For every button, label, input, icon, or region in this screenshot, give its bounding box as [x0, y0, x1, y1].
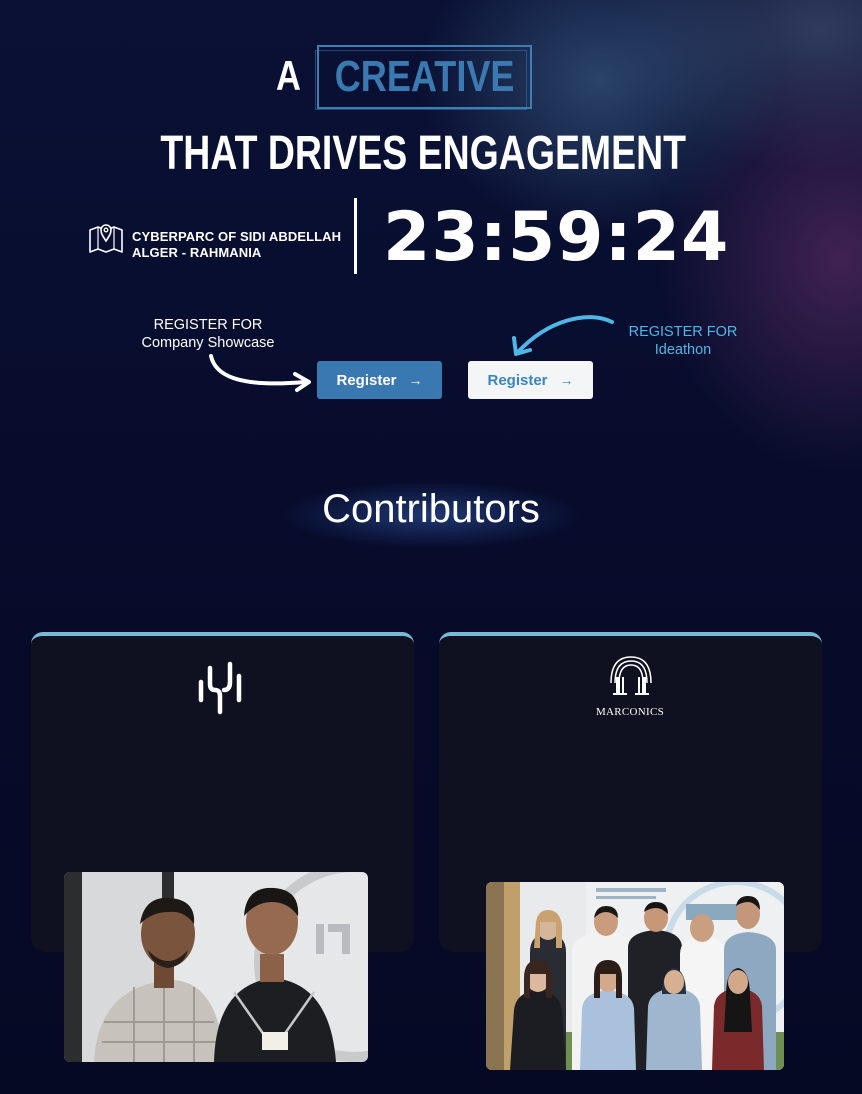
location-line-1: CYBERPARC OF SIDI ABDELLAH: [132, 229, 342, 244]
register-ideathon-label: Register: [487, 371, 548, 389]
contributors-title: Contributors: [322, 487, 540, 531]
headline-creative-box: CREATIVE: [315, 45, 532, 110]
contributor-photo: [486, 882, 784, 1070]
event-location: CYBERPARC OF SIDI ABDELLAH ALGER - RAHMA…: [132, 229, 341, 261]
arch-logo-icon: [610, 656, 652, 695]
countdown-timer: 23:59:24: [383, 198, 730, 277]
register-showcase-button[interactable]: Register →: [317, 361, 442, 399]
ideathon-register-note: REGISTER FOR Ideathon: [608, 323, 758, 359]
curved-arrow-icon: [512, 315, 614, 356]
location-line-2: ALGER - RAHMANIA: [132, 245, 262, 260]
showcase-note-line-2: Company Showcase: [141, 335, 275, 351]
headline-word-a: A: [276, 52, 301, 99]
contributor-photo: [64, 872, 368, 1062]
map-icon: [89, 224, 123, 253]
showcase-register-note: REGISTER FOR Company Showcase: [128, 316, 288, 352]
ideathon-note-line-2: Ideathon: [654, 342, 712, 358]
headline-subline: THAT DRIVES ENGAGEMENT: [160, 127, 686, 180]
curved-arrow-icon: [209, 354, 311, 392]
register-ideathon-button[interactable]: Register →: [468, 361, 593, 399]
arrow-right-icon: →: [559, 372, 574, 388]
showcase-note-line-1: REGISTER FOR: [153, 317, 263, 333]
marconics-logo-text: MARCONICS: [595, 706, 665, 718]
vertical-divider: [354, 198, 357, 274]
waveform-logo-icon: [198, 661, 242, 715]
ideathon-note-line-1: REGISTER FOR: [628, 324, 738, 340]
register-showcase-label: Register: [336, 371, 397, 389]
headline-word-creative: CREATIVE: [334, 52, 515, 101]
arrow-right-icon: →: [408, 372, 423, 388]
